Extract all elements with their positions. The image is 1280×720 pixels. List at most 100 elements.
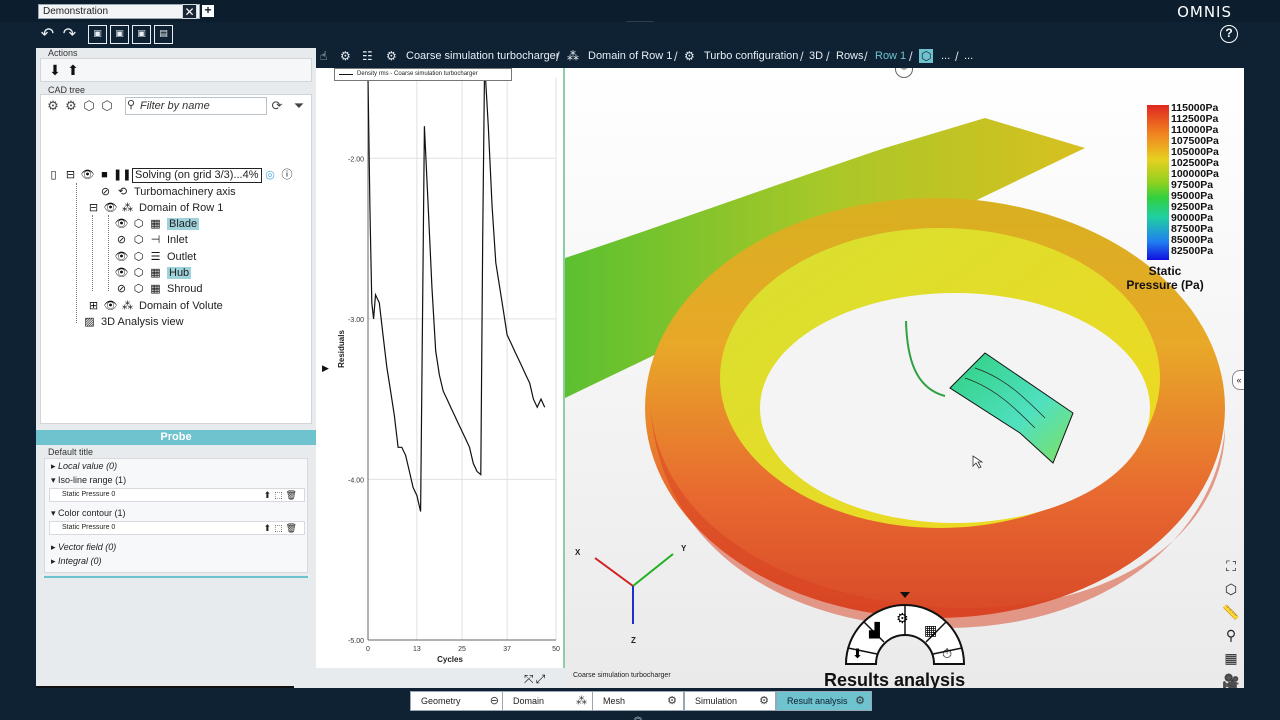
visibility-icon[interactable]: 👁: [102, 298, 119, 314]
funnel-icon[interactable]: ⏷: [291, 98, 307, 114]
info-icon[interactable]: ⓘ: [279, 167, 296, 183]
save-icon[interactable]: ▣: [88, 25, 107, 44]
tree-item-outlet[interactable]: 👁 ⬡ ☰ Outlet: [113, 249, 197, 265]
tree-item-turbomachinery-axis[interactable]: ⊘ ⟲ Turbomachinery axis: [97, 184, 236, 200]
breadcrumb-separator: /: [556, 49, 560, 64]
collapse-right-panel-icon[interactable]: «: [1232, 370, 1244, 390]
collapse-icon[interactable]: ⊟: [62, 167, 79, 183]
workflow-step-simulation[interactable]: Simulation ⚙: [684, 691, 776, 711]
breadcrumb-separator: /: [800, 49, 804, 64]
probe-iso-line-item[interactable]: Static Pressure 0 ⬆⬚🗑: [49, 488, 305, 502]
add-document-icon[interactable]: +: [202, 4, 214, 17]
tree-item-root[interactable]: ▯ ⊟ 👁 ■ ❚❚ Solving (on grid 3/3)...4% ◎ ⓘ: [45, 167, 296, 183]
collapse-workflow-icon[interactable]: ︽: [634, 711, 642, 720]
refresh-filter-icon[interactable]: ⟳: [269, 98, 285, 114]
workflow-step-geometry[interactable]: Geometry ⊖: [410, 691, 506, 711]
cube-icon: ⬡: [133, 267, 144, 279]
filter-by-name-input[interactable]: Filter by name: [125, 97, 267, 115]
workflow-step-mesh[interactable]: Mesh ⚙: [592, 691, 684, 711]
camera-icon[interactable]: 🎥: [1221, 671, 1241, 688]
visibility-icon[interactable]: 👁: [102, 200, 119, 216]
export-icon[interactable]: ⬆: [65, 61, 81, 79]
breadcrumb-item-3d[interactable]: 3D: [809, 50, 823, 62]
geometry-icon: ⊖: [489, 695, 499, 707]
item-actions-icon[interactable]: ⬆⬚🗑: [264, 489, 300, 501]
stop-icon[interactable]: ■: [96, 167, 113, 183]
breadcrumb-item-simulation[interactable]: Coarse simulation turbocharger: [406, 50, 559, 62]
visibility-icon[interactable]: 👁: [113, 265, 130, 281]
close-document-icon[interactable]: ✕: [182, 4, 197, 19]
filter-cad-icon[interactable]: ⚙: [45, 98, 61, 114]
hidden-icon[interactable]: ⊘: [113, 232, 130, 248]
panel-toggle-icon[interactable]: ▶: [322, 363, 329, 374]
search-icon: ⚲: [127, 99, 136, 111]
mesh-view-icon[interactable]: ▦: [1221, 648, 1241, 668]
download-results-icon[interactable]: ⬇: [852, 646, 863, 661]
radial-menu: ▟ ⚙ ▦ ⬇ ⏱: [844, 592, 966, 665]
import-icon[interactable]: ⬇: [47, 61, 63, 79]
workflow-step-result-analysis[interactable]: Result analysis ⚙: [776, 691, 872, 711]
tree-icon[interactable]: ☷: [362, 49, 373, 63]
breadcrumb-item-turbo-configuration[interactable]: Turbo configuration: [704, 50, 798, 62]
save-all-icon[interactable]: ▣: [132, 25, 151, 44]
collapse-icon[interactable]: ⊟: [85, 200, 102, 216]
tree-item-domain-row1[interactable]: ⊟ 👁 ⁂ Domain of Row 1: [85, 200, 223, 216]
probe-local-value[interactable]: ▸ Local value (0): [51, 461, 117, 472]
redo-icon[interactable]: ↷: [60, 25, 79, 44]
simulation-icon[interactable]: ⚙: [340, 49, 351, 63]
tree-item-blade[interactable]: 👁 ⬡ ▦ Blade: [113, 216, 200, 232]
hidden-icon[interactable]: ⊘: [113, 281, 130, 297]
x-tick-label: 50: [552, 646, 560, 653]
visibility-icon[interactable]: 👁: [79, 167, 96, 183]
expand-icon[interactable]: ⊞: [85, 298, 102, 314]
probe-integral[interactable]: ▸ Integral (0): [51, 556, 102, 567]
breadcrumb-item-rows[interactable]: Rows: [836, 50, 864, 62]
measure-icon[interactable]: 📏: [1221, 602, 1241, 622]
tree-item-inlet[interactable]: ⊘ ⬡ ⊣ Inlet: [113, 232, 188, 248]
breadcrumb-item-row1[interactable]: Row 1: [875, 50, 906, 62]
probe-header[interactable]: Probe: [36, 430, 316, 445]
visibility-icon[interactable]: 👁: [113, 216, 130, 232]
breadcrumb-item-more-2[interactable]: ...: [964, 50, 973, 62]
filter-cube-icon[interactable]: ⬡: [99, 98, 115, 114]
chart-tool-icon[interactable]: ▟: [868, 621, 880, 639]
layout-icon[interactable]: ▤: [154, 25, 173, 44]
actions-box: ⬇ ⬆: [40, 58, 312, 82]
pause-icon[interactable]: ❚❚: [113, 167, 131, 183]
probe-tool-icon[interactable]: ⚲: [1221, 625, 1241, 645]
undo-icon[interactable]: ↶: [38, 25, 57, 44]
hidden-icon[interactable]: ⊘: [97, 184, 114, 200]
breadcrumb-item-more[interactable]: ...: [941, 50, 950, 62]
probe-color-contour-item[interactable]: Static Pressure 0 ⬆⬚🗑: [49, 521, 305, 535]
tree-item-domain-volute[interactable]: ⊞ 👁 ⁂ Domain of Volute: [85, 298, 223, 314]
save-as-icon[interactable]: ▣: [110, 25, 129, 44]
tree-item-hub[interactable]: 👁 ⬡ ▦ Hub: [113, 265, 192, 281]
hand-tool-icon[interactable]: ☝: [320, 49, 327, 63]
workflow-step-domain[interactable]: Domain ⁂: [502, 691, 594, 711]
probe-color-contour[interactable]: ▾ Color contour (1): [51, 508, 126, 519]
item-actions-icon[interactable]: ⬆⬚🗑: [264, 522, 300, 534]
timer-icon[interactable]: ⏱: [942, 646, 952, 661]
document-tab[interactable]: Demonstration: [38, 4, 200, 19]
breadcrumb-separator: /: [674, 49, 678, 64]
screenshot-icon[interactable]: ⛶: [1221, 556, 1241, 576]
x-tick-label: 25: [458, 646, 466, 653]
cube-icon[interactable]: ⬡: [919, 49, 934, 63]
visibility-icon[interactable]: 👁: [113, 249, 130, 265]
help-icon[interactable]: ?: [1220, 25, 1238, 43]
y-tick-label: -3.00: [348, 317, 364, 324]
filter-domain-icon[interactable]: ⚙: [63, 98, 79, 114]
view-cube-icon[interactable]: ⬡: [1221, 579, 1241, 599]
probe-vector-field[interactable]: ▸ Vector field (0): [51, 542, 116, 553]
fit-view-icon[interactable]: ⤧⤢: [524, 672, 547, 687]
calculator-icon[interactable]: ▦: [924, 622, 937, 638]
add-probe-icon[interactable]: ⚙: [896, 610, 909, 626]
book-icon: ▯: [50, 169, 57, 181]
tree-item-3d-analysis-view[interactable]: ▨ 3D Analysis view: [81, 314, 183, 330]
tree-item-shroud[interactable]: ⊘ ⬡ ▦ Shroud: [113, 281, 203, 297]
filter-group-icon[interactable]: ⬡: [81, 98, 97, 114]
domain-icon: ⁂: [122, 202, 133, 214]
breadcrumb-item-domain[interactable]: Domain of Row 1: [588, 50, 672, 62]
x-axis-label: Cycles: [437, 655, 463, 664]
probe-iso-line-range[interactable]: ▾ Iso-line range (1): [51, 475, 126, 486]
